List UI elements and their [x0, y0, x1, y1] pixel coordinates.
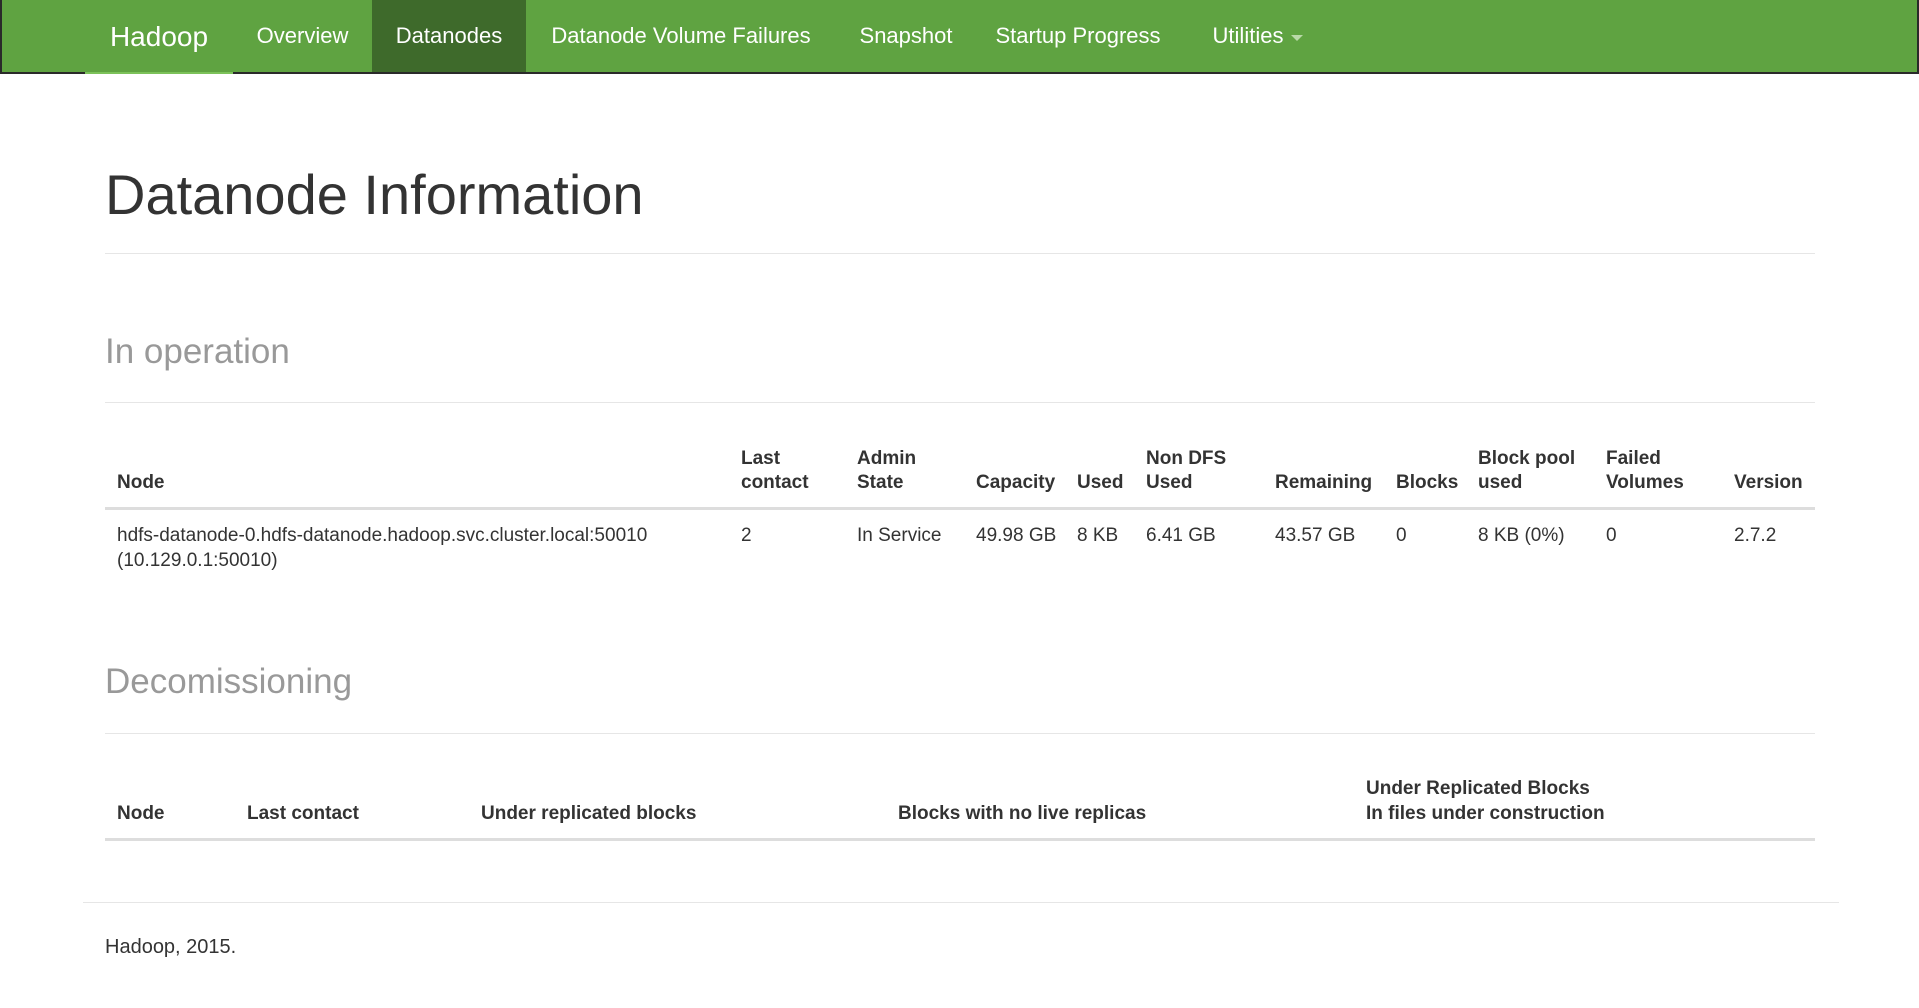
brand-underline — [85, 72, 233, 74]
th-dec-under-replicated[interactable]: Under replicated blocks — [481, 801, 696, 826]
th-failed-volumes-line2[interactable]: Volumes — [1606, 470, 1684, 495]
cell-non-dfs-used: 6.41 GB — [1146, 525, 1216, 546]
th-last-contact-line2[interactable]: contact — [741, 470, 809, 495]
th-admin-state-line1[interactable]: Admin — [857, 446, 916, 471]
table-header-rule — [105, 507, 1815, 510]
th-dec-last-contact[interactable]: Last contact — [247, 801, 359, 826]
cell-node-ip: (10.129.0.1:50010) — [117, 550, 278, 571]
page-header-divider — [105, 253, 1815, 254]
cell-block-pool-used: 8 KB (0%) — [1478, 525, 1565, 546]
footer-divider — [83, 902, 1839, 903]
th-capacity[interactable]: Capacity — [976, 470, 1055, 495]
th-block-pool-used-line2[interactable]: used — [1478, 470, 1522, 495]
th-dec-node[interactable]: Node — [117, 801, 165, 826]
th-node[interactable]: Node — [117, 470, 165, 495]
cell-blocks: 0 — [1396, 525, 1407, 546]
footer-text: Hadoop, 2015. — [105, 936, 237, 958]
in-operation-divider — [105, 402, 1815, 403]
top-navbar: Hadoop Overview Datanodes Datanode Volum… — [0, 0, 1919, 74]
cell-last-contact: 2 — [741, 525, 752, 546]
nav-datanode-volume-failures[interactable]: Datanode Volume Failures — [526, 0, 836, 72]
decomissioning-divider — [105, 733, 1815, 734]
nav-utilities-label: Utilities — [1212, 23, 1284, 48]
dec-table-header-rule — [105, 838, 1815, 841]
th-non-dfs-used-line2[interactable]: Used — [1146, 470, 1192, 495]
th-failed-volumes-line1[interactable]: Failed — [1606, 446, 1661, 471]
decomissioning-title: Decomissioning — [105, 662, 353, 701]
th-block-pool-used-line1[interactable]: Block pool — [1478, 446, 1575, 471]
cell-version: 2.7.2 — [1734, 525, 1777, 546]
cell-admin-state: In Service — [857, 525, 942, 546]
cell-remaining: 43.57 GB — [1275, 525, 1356, 546]
cell-failed-volumes: 0 — [1606, 525, 1617, 546]
brand-link[interactable]: Hadoop — [85, 0, 233, 74]
in-operation-title: In operation — [105, 332, 290, 371]
th-version[interactable]: Version — [1734, 470, 1803, 495]
th-dec-under-construction-line1[interactable]: Under Replicated Blocks — [1366, 776, 1590, 801]
cell-capacity: 49.98 GB — [976, 525, 1057, 546]
th-remaining[interactable]: Remaining — [1275, 470, 1372, 495]
caret-down-icon — [1291, 35, 1304, 41]
page-title: Datanode Information — [105, 163, 644, 226]
cell-node-host[interactable]: hdfs-datanode-0.hdfs-datanode.hadoop.svc… — [117, 523, 647, 548]
nav-startup-progress[interactable]: Startup Progress — [976, 0, 1180, 72]
nav-datanodes[interactable]: Datanodes — [372, 0, 526, 72]
th-used[interactable]: Used — [1077, 470, 1123, 495]
th-admin-state-line2[interactable]: State — [857, 470, 903, 495]
nav-overview[interactable]: Overview — [233, 0, 372, 72]
th-dec-no-live-replicas[interactable]: Blocks with no live replicas — [898, 801, 1146, 826]
th-non-dfs-used-line1[interactable]: Non DFS — [1146, 446, 1226, 471]
th-blocks[interactable]: Blocks — [1396, 470, 1458, 495]
nav-snapshot[interactable]: Snapshot — [836, 0, 976, 72]
nav-utilities-dropdown[interactable]: Utilities — [1180, 0, 1336, 72]
th-last-contact-line1[interactable]: Last — [741, 446, 780, 471]
cell-used: 8 KB — [1077, 525, 1119, 546]
th-dec-under-construction-line2[interactable]: In files under construction — [1366, 801, 1605, 826]
